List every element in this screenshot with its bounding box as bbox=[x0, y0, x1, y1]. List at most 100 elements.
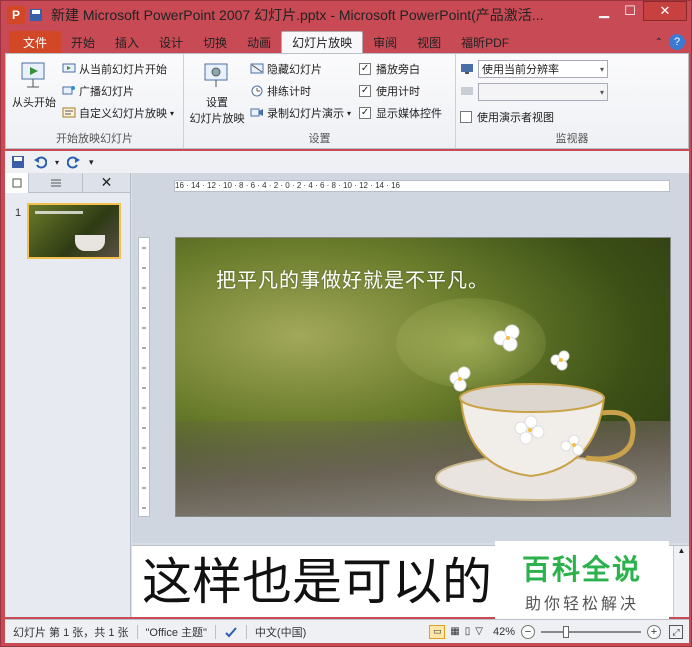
rehearse-timings-icon bbox=[251, 85, 263, 97]
dropdown-arrow-icon: ▾ bbox=[170, 108, 175, 118]
zoom-out-icon[interactable]: − bbox=[521, 624, 535, 639]
status-divider bbox=[136, 624, 138, 639]
setup-label-1: 设置 bbox=[206, 97, 228, 109]
outline-tab[interactable] bbox=[29, 172, 83, 193]
tab-insert[interactable]: 插入 bbox=[105, 31, 149, 53]
customize-qat-icon[interactable]: ▾ bbox=[89, 157, 94, 168]
maximize-button[interactable]: ☐ bbox=[617, 1, 643, 21]
use-timings-checkbox[interactable]: ✓ 使用计时 bbox=[359, 80, 442, 102]
slideshow-view-icon[interactable]: ▽ bbox=[475, 626, 483, 637]
checkbox-unchecked-icon bbox=[460, 111, 472, 123]
minimize-button[interactable]: ▁ bbox=[591, 1, 617, 21]
tab-view[interactable]: 视图 bbox=[407, 31, 451, 53]
theme-status[interactable]: "Office 主题" bbox=[146, 624, 207, 640]
group-label-start: 开始放映幻灯片 bbox=[56, 133, 133, 145]
tab-review[interactable]: 审阅 bbox=[363, 31, 407, 53]
slide-number: 1 bbox=[15, 207, 22, 219]
show-media-label: 显示媒体控件 bbox=[376, 108, 443, 120]
current-slide[interactable]: 把平凡的事做好就是不平凡。 bbox=[175, 237, 671, 517]
vertical-ruler-ticks bbox=[142, 247, 146, 509]
watermark-subtitle: 助你轻松解决 bbox=[524, 596, 639, 613]
zoom-slider[interactable] bbox=[541, 625, 641, 638]
tab-slideshow[interactable]: 幻灯片放映 bbox=[281, 31, 364, 53]
ribbon-collapse-icon[interactable]: ⌃ bbox=[655, 37, 663, 48]
setup-slideshow-icon bbox=[204, 63, 228, 87]
from-beginning-label: 从头开始 bbox=[12, 97, 56, 109]
setup-slideshow-button[interactable]: 设置 幻灯片放映 bbox=[188, 58, 246, 126]
tab-home[interactable]: 开始 bbox=[61, 31, 105, 53]
resolution-dropdown[interactable]: 使用当前分辨率 ▾ bbox=[478, 60, 608, 78]
quick-access-toolbar: ▾ ▾ bbox=[5, 151, 689, 173]
ribbon-panel: 从头开始 从当前幻灯片开始 广播幻灯片 自定义幻灯片放映 ▾ 开始放映幻灯片 设… bbox=[5, 53, 689, 149]
hide-slide-button[interactable]: 隐藏幻灯片 bbox=[250, 58, 351, 80]
slide-sorter-icon[interactable]: ▦ bbox=[450, 626, 459, 637]
record-label: 录制幻灯片演示 bbox=[267, 108, 344, 120]
checkbox-checked-icon: ✓ bbox=[359, 107, 372, 119]
slide-editing-area: 16 · 14 · 12 · 10 · 8 · 6 · 4 · 2 · 0 · … bbox=[132, 173, 689, 543]
spelling-check-icon[interactable] bbox=[224, 625, 238, 639]
redo-icon[interactable] bbox=[67, 155, 81, 169]
undo-icon[interactable] bbox=[33, 155, 47, 169]
pane-tabs: ✕ bbox=[5, 172, 130, 193]
monitor-select-dropdown[interactable]: ▾ bbox=[478, 83, 608, 101]
dropdown-arrow-icon: ▾ bbox=[599, 64, 604, 74]
setup-label-2: 幻灯片放映 bbox=[189, 113, 245, 125]
zoom-level[interactable]: 42% bbox=[493, 626, 515, 638]
broadcast-icon bbox=[62, 86, 75, 95]
scroll-up-icon[interactable]: ▲ bbox=[674, 546, 689, 555]
reading-view-icon[interactable]: ▯ bbox=[465, 626, 471, 637]
save-icon[interactable] bbox=[29, 8, 43, 22]
close-pane-icon[interactable]: ✕ bbox=[83, 173, 130, 193]
use-timings-label: 使用计时 bbox=[376, 86, 421, 98]
slides-pane: ✕ 1 bbox=[5, 172, 131, 617]
show-media-controls-checkbox[interactable]: ✓ 显示媒体控件 bbox=[359, 102, 442, 124]
ribbon-tabs: 文件 开始 插入 设计 切换 动画 幻灯片放映 审阅 视图 福昕PDF ⌃ ? bbox=[1, 29, 692, 53]
outline-tab-icon bbox=[50, 179, 61, 186]
rehearse-timings-button[interactable]: 排练计时 bbox=[250, 80, 351, 102]
slideshow-play-icon bbox=[21, 62, 45, 88]
tab-transitions[interactable]: 切换 bbox=[193, 31, 237, 53]
save-icon[interactable] bbox=[11, 155, 25, 169]
tab-file[interactable]: 文件 bbox=[9, 31, 62, 53]
slide-thumbnail[interactable] bbox=[27, 203, 121, 259]
from-current-slide-button[interactable]: 从当前幻灯片开始 bbox=[62, 58, 174, 80]
slide-count-status: 幻灯片 第 1 张，共 1 张 bbox=[13, 626, 129, 639]
from-beginning-button[interactable]: 从头开始 bbox=[10, 58, 58, 124]
custom-slideshow-label: 自定义幻灯片放映 bbox=[79, 108, 167, 120]
zoom-slider-knob[interactable] bbox=[563, 625, 569, 638]
vertical-ruler[interactable] bbox=[138, 237, 150, 517]
custom-slideshow-button[interactable]: 自定义幻灯片放映 ▾ bbox=[62, 102, 174, 124]
tab-animations[interactable]: 动画 bbox=[237, 31, 281, 53]
monitor-resolution-icon bbox=[461, 64, 473, 74]
tab-design[interactable]: 设计 bbox=[149, 31, 193, 53]
watermark-title: 百科全说 bbox=[521, 554, 642, 585]
slides-tab[interactable] bbox=[5, 172, 29, 193]
thumbnail-teacup bbox=[75, 235, 105, 251]
undo-dropdown-icon[interactable]: ▾ bbox=[55, 158, 59, 167]
group-monitors: 使用当前分辨率 ▾ ▾ 使用演示者视图 监视器 bbox=[456, 54, 688, 148]
help-icon[interactable]: ? bbox=[669, 34, 685, 50]
broadcast-label: 广播幻灯片 bbox=[79, 86, 134, 98]
close-button[interactable]: ✕ bbox=[643, 1, 687, 21]
zoom-in-icon[interactable]: + bbox=[647, 624, 661, 639]
record-slideshow-icon bbox=[250, 108, 263, 117]
notes-scrollbar[interactable]: ▲ bbox=[673, 546, 689, 617]
powerpoint-app-icon[interactable]: P bbox=[7, 6, 25, 24]
title-bar: P 新建 Microsoft PowerPoint 2007 幻灯片.pptx … bbox=[1, 1, 692, 29]
language-status[interactable]: 中文(中国) bbox=[255, 624, 306, 640]
normal-view-icon[interactable]: ▭ bbox=[429, 624, 446, 639]
presenter-view-checkbox[interactable]: 使用演示者视图 bbox=[460, 106, 684, 128]
group-label-setup: 设置 bbox=[308, 133, 331, 145]
show-on-monitor-icon bbox=[461, 87, 473, 95]
hide-slide-label: 隐藏幻灯片 bbox=[267, 64, 322, 76]
slide-title-text[interactable]: 把平凡的事做好就是不平凡。 bbox=[216, 264, 489, 293]
teacup-image bbox=[435, 324, 637, 501]
broadcast-slideshow-button[interactable]: 广播幻灯片 bbox=[62, 80, 174, 102]
horizontal-ruler[interactable]: 16 · 14 · 12 · 10 · 8 · 6 · 4 · 2 · 0 · … bbox=[174, 180, 670, 192]
play-narration-label: 播放旁白 bbox=[376, 64, 421, 76]
notes-text[interactable]: 这样也是可以的 bbox=[142, 554, 492, 610]
play-narration-checkbox[interactable]: ✓ 播放旁白 bbox=[359, 58, 442, 80]
fit-slide-icon[interactable]: ⤢ bbox=[669, 624, 683, 639]
record-slideshow-button[interactable]: 录制幻灯片演示 ▾ bbox=[250, 102, 351, 124]
tab-foxit-pdf[interactable]: 福昕PDF bbox=[451, 31, 519, 53]
